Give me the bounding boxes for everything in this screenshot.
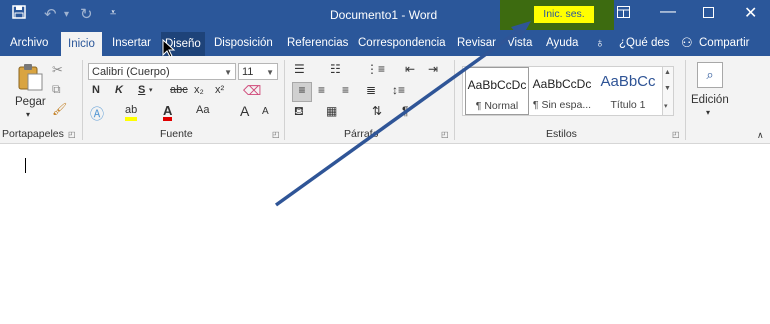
mouse-pointer-icon <box>162 38 176 58</box>
annotation-overlay <box>162 21 531 207</box>
annotation-arrow <box>274 27 523 207</box>
annotation-arrowhead <box>511 21 531 39</box>
